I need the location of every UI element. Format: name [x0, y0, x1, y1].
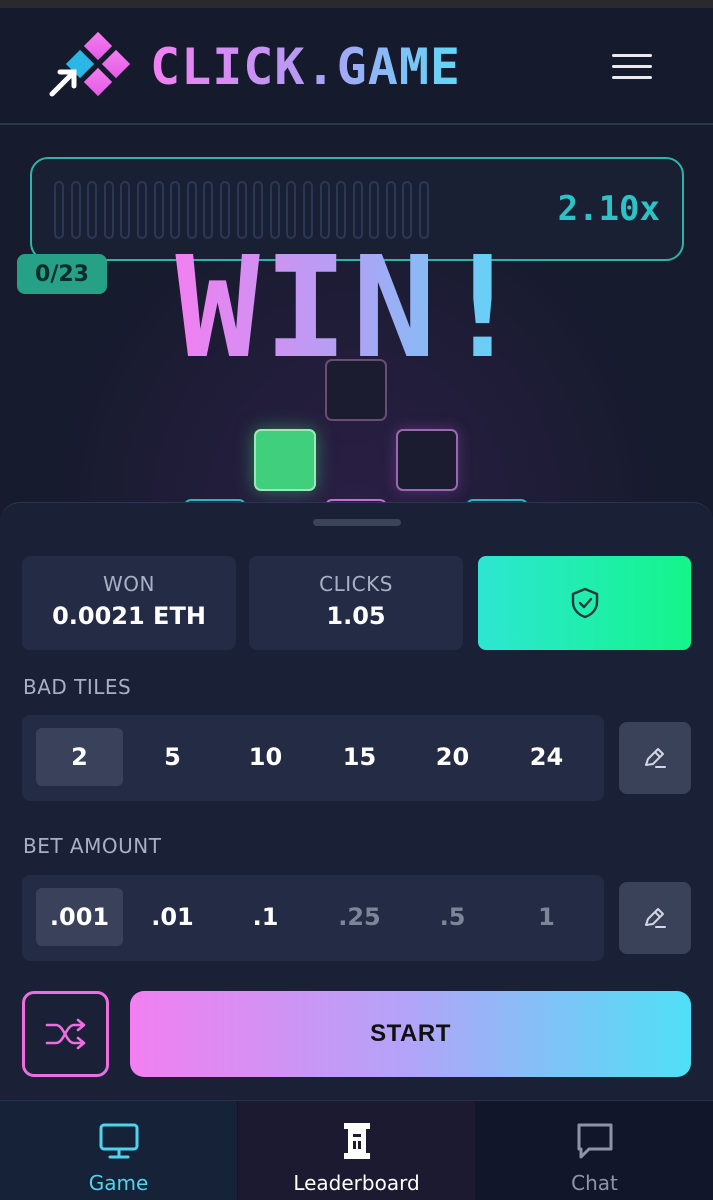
logo-text: CLICK.GAME [150, 38, 462, 96]
progress-segment [170, 181, 181, 239]
bet-amount-option[interactable]: .1 [222, 888, 309, 946]
nav-item-game[interactable]: Game [0, 1101, 237, 1200]
progress-segment [385, 181, 396, 239]
bet-amount-option[interactable]: .001 [36, 888, 123, 946]
leaderboard-icon [343, 1123, 370, 1159]
progress-segment [286, 181, 297, 239]
progress-segment [269, 181, 280, 239]
bet-amount-edit-button[interactable] [619, 882, 691, 954]
bad-tiles-option[interactable]: 10 [222, 728, 309, 786]
clicks-value: 1.05 [326, 602, 386, 630]
bad-tiles-edit-button[interactable] [619, 722, 691, 794]
drag-handle[interactable] [313, 519, 401, 526]
bet-amount-label: BET AMOUNT [23, 834, 162, 858]
bottom-navigation: Game Leaderboard Chat [0, 1100, 713, 1200]
shield-check-icon [571, 587, 598, 619]
pencil-icon [645, 748, 666, 768]
nav-item-leaderboard[interactable]: Leaderboard [238, 1101, 475, 1200]
progress-segment [136, 181, 147, 239]
control-panel: WON 0.0021 ETH CLICKS 1.05 BAD TILES 2 5… [0, 502, 713, 1100]
progress-segment [219, 181, 230, 239]
logo-icon [49, 32, 131, 97]
progress-segment [87, 181, 98, 239]
won-label: WON [103, 572, 155, 596]
bet-amount-option[interactable]: .25 [316, 888, 403, 946]
progress-segment [336, 181, 347, 239]
status-strip [0, 0, 713, 8]
bad-tiles-option[interactable]: 2 [36, 728, 123, 786]
progress-segment [203, 181, 214, 239]
shuffle-icon [45, 1018, 85, 1050]
shuffle-button[interactable] [22, 991, 109, 1077]
progress-segment [419, 181, 430, 239]
bad-tiles-selector: 2 5 10 15 20 24 [22, 715, 604, 801]
bad-tiles-option[interactable]: 5 [129, 728, 216, 786]
game-tile[interactable] [396, 429, 458, 491]
progress-segment [302, 181, 313, 239]
progress-track: 2.10x [30, 157, 684, 261]
clicks-label: CLICKS [319, 572, 393, 596]
game-tile[interactable] [325, 359, 387, 421]
won-value: 0.0021 ETH [52, 602, 206, 630]
monitor-icon [99, 1123, 138, 1159]
progress-ticks [54, 181, 430, 239]
progress-segment [120, 181, 131, 239]
game-tile-revealed-safe[interactable] [254, 429, 316, 491]
game-board: 2.10x 0/23 WIN! [0, 127, 713, 561]
multiplier-value: 2.10x [557, 189, 660, 229]
progress-segment [70, 181, 81, 239]
win-banner: WIN! [175, 252, 528, 362]
bet-amount-option[interactable]: 1 [503, 888, 590, 946]
progress-segment [369, 181, 380, 239]
cashout-shield-button[interactable] [478, 556, 691, 650]
nav-item-label: Game [88, 1171, 149, 1195]
clicks-stat: CLICKS 1.05 [249, 556, 463, 650]
pencil-icon [645, 908, 666, 928]
start-button[interactable]: START [130, 991, 691, 1077]
nav-item-label: Chat [571, 1171, 618, 1195]
nav-item-label: Leaderboard [293, 1171, 420, 1195]
menu-bar-icon [612, 65, 652, 68]
progress-segment [186, 181, 197, 239]
menu-button[interactable] [612, 54, 652, 84]
nav-item-chat[interactable]: Chat [476, 1101, 713, 1200]
bet-amount-selector: .001 .01 .1 .25 .5 1 [22, 875, 604, 961]
progress-segment [54, 181, 64, 239]
progress-segment [319, 181, 330, 239]
progress-segment [103, 181, 114, 239]
bad-tiles-option[interactable]: 20 [409, 728, 496, 786]
menu-bar-icon [612, 76, 652, 79]
progress-segment [236, 181, 247, 239]
bet-amount-option[interactable]: .01 [129, 888, 216, 946]
progress-segment [153, 181, 164, 239]
won-stat: WON 0.0021 ETH [22, 556, 236, 650]
progress-counter-badge: 0/23 [17, 254, 107, 294]
bad-tiles-option[interactable]: 15 [316, 728, 403, 786]
progress-segment [402, 181, 413, 239]
win-text: WIN! [175, 252, 528, 362]
menu-bar-icon [612, 54, 652, 57]
progress-segment [352, 181, 363, 239]
chat-icon [577, 1123, 612, 1159]
bad-tiles-option[interactable]: 24 [503, 728, 590, 786]
app-header: CLICK.GAME [0, 8, 713, 125]
progress-segment [253, 181, 264, 239]
bad-tiles-label: BAD TILES [23, 675, 132, 699]
bet-amount-option[interactable]: .5 [409, 888, 496, 946]
